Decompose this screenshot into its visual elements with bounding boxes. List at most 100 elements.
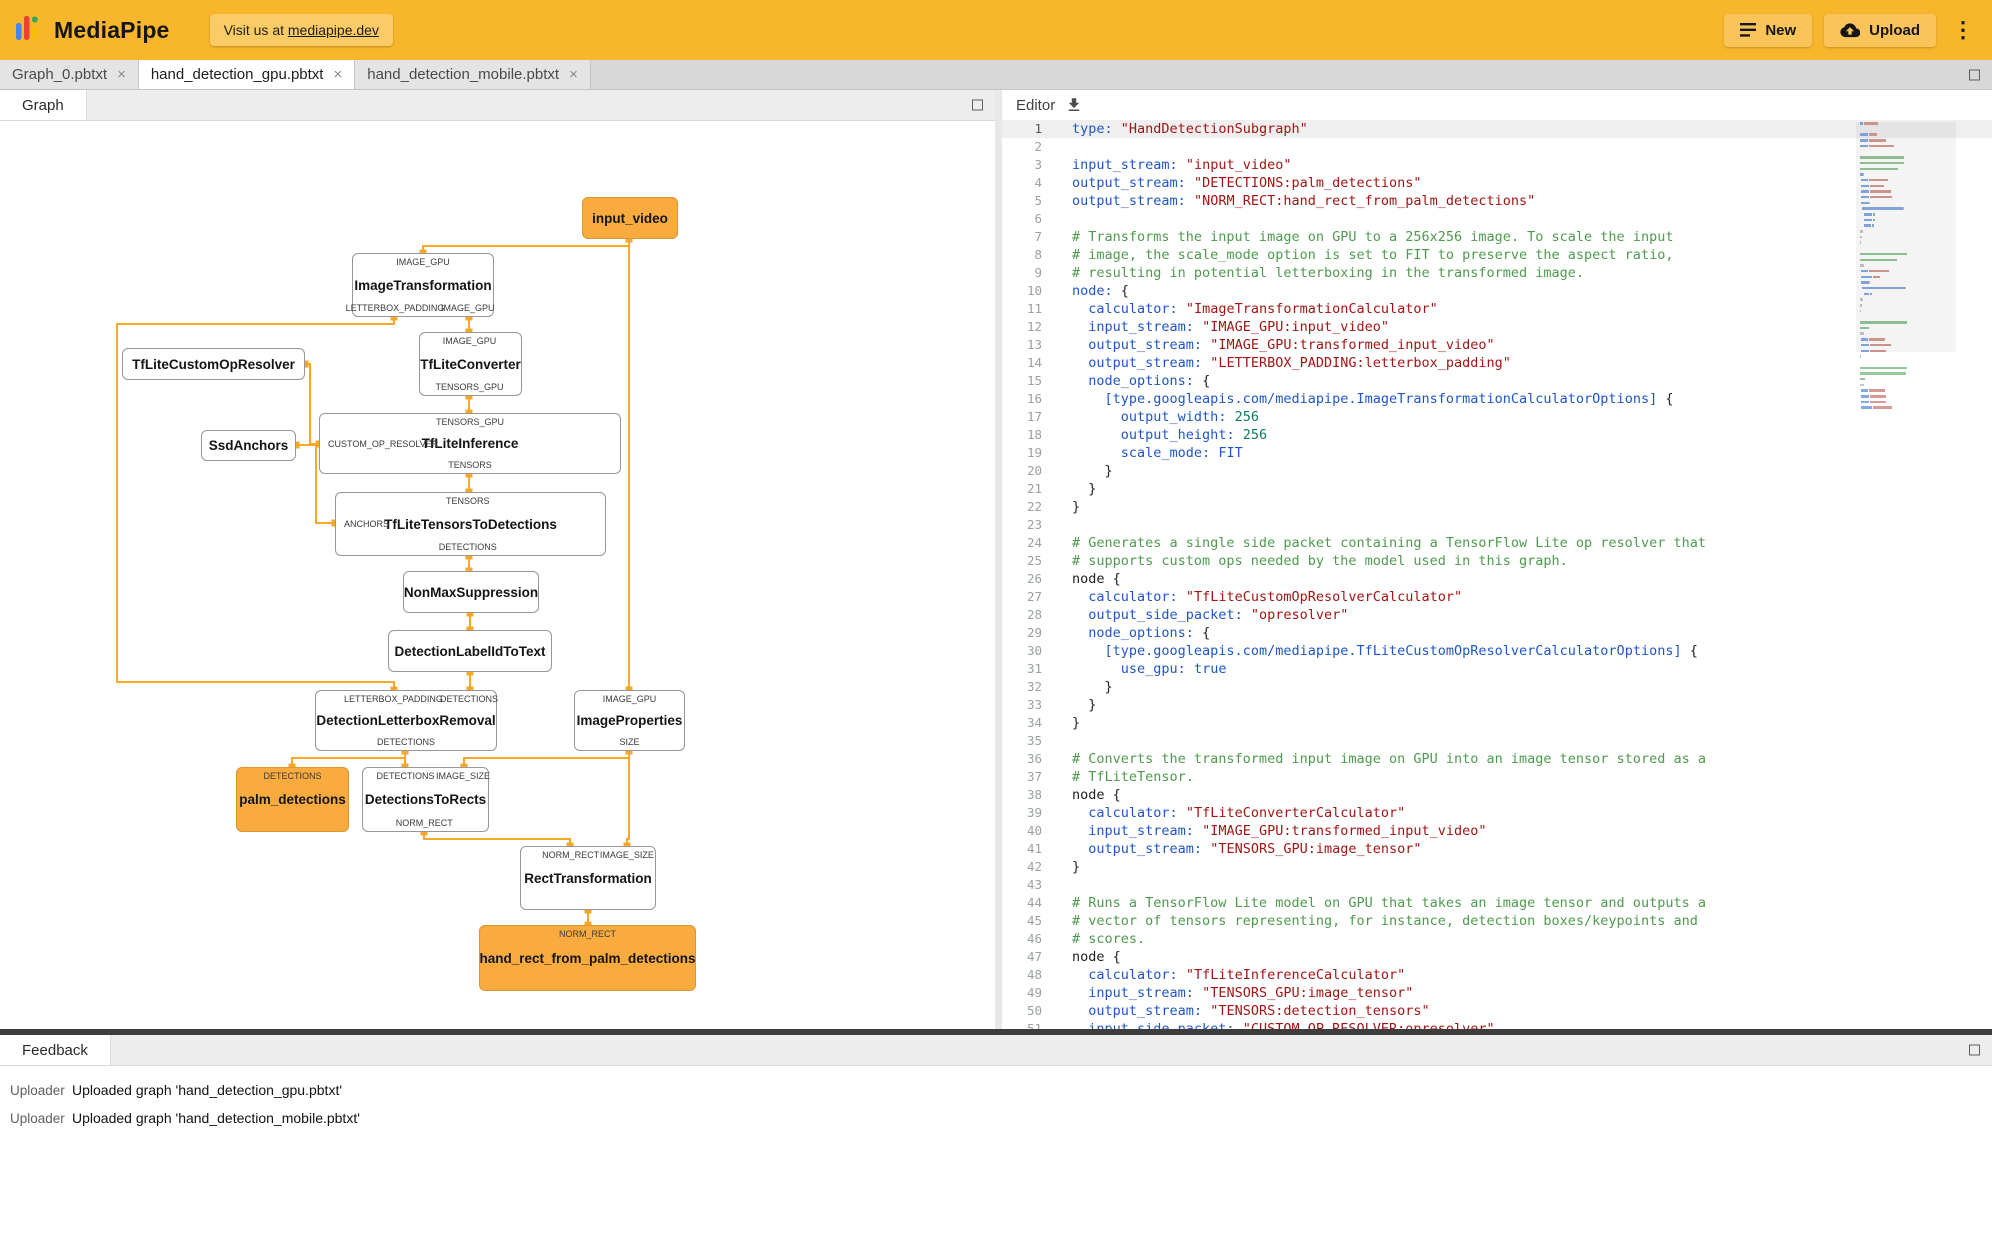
- line-number: 40: [1026, 823, 1042, 838]
- code-text: }: [1072, 499, 1081, 515]
- minimap-segment: [1860, 377, 1865, 381]
- graph-node-DetectionLabelIdToText[interactable]: DetectionLabelIdToText: [388, 630, 552, 672]
- mediapipe-dev-link[interactable]: mediapipe.dev: [288, 22, 379, 38]
- port-label: IMAGE_SIZE: [435, 771, 491, 781]
- minimap-viewport: [1856, 122, 1956, 352]
- port-label: ANCHORS: [344, 519, 390, 529]
- doc-tab[interactable]: Graph_0.pbtxt ×: [0, 60, 139, 89]
- port-label: IMAGE_GPU: [442, 336, 497, 346]
- minimap-segment: [1861, 400, 1869, 404]
- tab-close-icon[interactable]: ×: [569, 67, 578, 82]
- minimap-segment: [1870, 400, 1886, 404]
- code-line: 9 # resulting in potential letterboxing i…: [1002, 264, 1992, 282]
- editor-panel: Editor 1 type: "HandDetectionSubgraph" 2 3 i…: [1002, 90, 1992, 1030]
- node-label: TfLiteTensorsToDetections: [384, 516, 557, 532]
- maximize-editor-panel-icon[interactable]: [1969, 69, 1980, 80]
- graph-node-NonMaxSuppression[interactable]: NonMaxSuppression: [403, 571, 539, 613]
- doc-tab[interactable]: hand_detection_gpu.pbtxt ×: [138, 60, 356, 89]
- node-label: palm_detections: [239, 792, 346, 807]
- code-line: 26 node {: [1002, 570, 1992, 588]
- port-label: SIZE: [619, 737, 640, 747]
- download-icon[interactable]: [1065, 96, 1083, 114]
- editor-minimap[interactable]: [1856, 122, 1956, 412]
- visit-link-chip[interactable]: Visit us at mediapipe.dev: [209, 14, 393, 46]
- code-line: 22}: [1002, 498, 1992, 516]
- port-label: NORM_RECT: [395, 818, 453, 828]
- code-text: calculator: "ImageTransformationCalculat…: [1088, 301, 1438, 317]
- minimap-line: [1860, 366, 1952, 370]
- graph-node-TfLiteTensorsToDetections[interactable]: TfLiteTensorsToDetections TENSORS DETECTIO…: [335, 492, 606, 556]
- code-line: 49 input_stream: "TENSORS_GPU:image_tens…: [1002, 984, 1992, 1002]
- graph-node-ImageTransformation[interactable]: ImageTransformation IMAGE_GPU LETTERBOX_PA…: [346, 253, 495, 317]
- maximize-graph-panel-icon[interactable]: [972, 99, 983, 111]
- code-text: node {: [1072, 787, 1121, 803]
- graph-node-TfLiteCustomOpResolver[interactable]: TfLiteCustomOpResolver: [122, 348, 305, 380]
- port-label: IMAGE_GPU: [396, 257, 450, 267]
- graph-node-TfLiteInference[interactable]: TfLiteInference TENSORS_GPU TENSORS CUSTOM_…: [319, 413, 621, 474]
- graph-tab-label: Graph: [22, 96, 64, 114]
- tab-feedback[interactable]: Feedback: [0, 1035, 111, 1065]
- code-line: 25 # supports custom ops needed by the mo…: [1002, 552, 1992, 570]
- port-label: NORM_RECT: [558, 929, 617, 939]
- minimap-segment: [1869, 389, 1885, 392]
- line-number: 12: [1026, 319, 1042, 334]
- graph-node-TfLiteConverter[interactable]: TfLiteConverter IMAGE_GPU TENSORS_GPU: [419, 332, 522, 396]
- node-label: SsdAnchors: [208, 438, 289, 453]
- code-line: 47 node {: [1002, 948, 1992, 966]
- code-editor[interactable]: 1 type: "HandDetectionSubgraph" 2 3 input_st…: [1002, 120, 1992, 1030]
- graph-node-RectTransformation[interactable]: RectTransformation NORM_RECT IMAGE_SIZE: [520, 846, 656, 910]
- code-text: node {: [1072, 949, 1121, 965]
- code-line: 13 output_stream: "IMAGE_GPU:transformed…: [1002, 336, 1992, 354]
- code-text: output_stream: "TENSORS_GPU:image_tensor…: [1088, 841, 1422, 857]
- code-text: [type.googleapis.com/mediapipe.TfLiteCus…: [1104, 643, 1698, 659]
- line-number: 37: [1026, 769, 1042, 784]
- minimap-segment: [1861, 395, 1869, 398]
- code-text: node {: [1072, 571, 1121, 587]
- code-lines: 1 type: "HandDetectionSubgraph" 2 3 input_st…: [1002, 120, 1992, 1030]
- port-label: TENSORS_GPU: [435, 382, 504, 392]
- tab-close-icon[interactable]: ×: [333, 67, 342, 82]
- graph-node-hand_rect_from_palm_detections[interactable]: hand_rect_from_palm_detections NORM_RECT: [479, 925, 696, 991]
- minimap-line: [1860, 383, 1952, 387]
- graph-node-DetectionLetterboxRemoval[interactable]: DetectionLetterboxRemoval LETTERBOX_PADDI…: [315, 690, 499, 751]
- maximize-feedback-panel-icon[interactable]: [1969, 1044, 1980, 1056]
- port-label: DETECTIONS: [439, 694, 499, 704]
- upload-button[interactable]: Upload: [1824, 13, 1936, 47]
- code-text: node_options: {: [1088, 373, 1211, 389]
- graph-node-DetectionsToRects[interactable]: DetectionsToRects DETECTIONS IMAGE_SIZE NOR…: [362, 767, 491, 832]
- line-number: 15: [1026, 373, 1042, 388]
- node-label: DetectionsToRects: [364, 792, 487, 807]
- graph-node-palm_detections[interactable]: palm_detections DETECTIONS: [236, 767, 349, 832]
- graph-node-ImageProperties[interactable]: ImageProperties IMAGE_GPU SIZE: [574, 690, 685, 751]
- line-number: 21: [1026, 481, 1042, 496]
- feedback-message: Uploaded graph 'hand_detection_gpu.pbtxt…: [72, 1082, 343, 1098]
- code-line: 2: [1002, 138, 1992, 156]
- minimap-line: [1860, 389, 1952, 392]
- minimap-line: [1860, 361, 1952, 364]
- code-text: output_stream: "TENSORS:detection_tensor…: [1088, 1003, 1430, 1019]
- minimap-segment: [1861, 406, 1872, 409]
- line-number: 47: [1026, 949, 1042, 964]
- graph-canvas[interactable]: input_video ImageTransformation IMAGE_GPU L…: [0, 121, 995, 1030]
- port-label: NORM_RECT: [542, 850, 600, 860]
- port-label: CUSTOM_OP_RESOLVER: [328, 438, 439, 449]
- overflow-menu-icon[interactable]: ⋮: [1948, 19, 1978, 41]
- minimap-segment: [1860, 372, 1906, 375]
- graph-node-SsdAnchors[interactable]: SsdAnchors: [201, 430, 296, 461]
- tab-graph[interactable]: Graph: [0, 90, 87, 120]
- node-label: RectTransformation: [524, 870, 652, 886]
- graph-panel: Graph input_video ImageTransformation IMAG…: [0, 90, 995, 1030]
- code-text: # resulting in potential letterboxing in…: [1072, 265, 1585, 281]
- code-text: output_stream: "NORM_RECT:hand_rect_from…: [1072, 193, 1536, 209]
- code-line: 50 output_stream: "TENSORS:detection_ten…: [1002, 1002, 1992, 1020]
- code-line: 37 # TfLiteTensor.: [1002, 768, 1992, 786]
- port-label: IMAGE_SIZE: [599, 850, 654, 860]
- graph-node-input_video[interactable]: input_video: [582, 197, 678, 239]
- line-number: 13: [1026, 337, 1042, 352]
- doc-tab[interactable]: hand_detection_mobile.pbtxt ×: [355, 60, 591, 89]
- code-line: 35: [1002, 732, 1992, 750]
- new-button[interactable]: New: [1724, 13, 1813, 47]
- doc-tab-label: hand_detection_gpu.pbtxt: [150, 66, 324, 83]
- tab-close-icon[interactable]: ×: [117, 67, 126, 82]
